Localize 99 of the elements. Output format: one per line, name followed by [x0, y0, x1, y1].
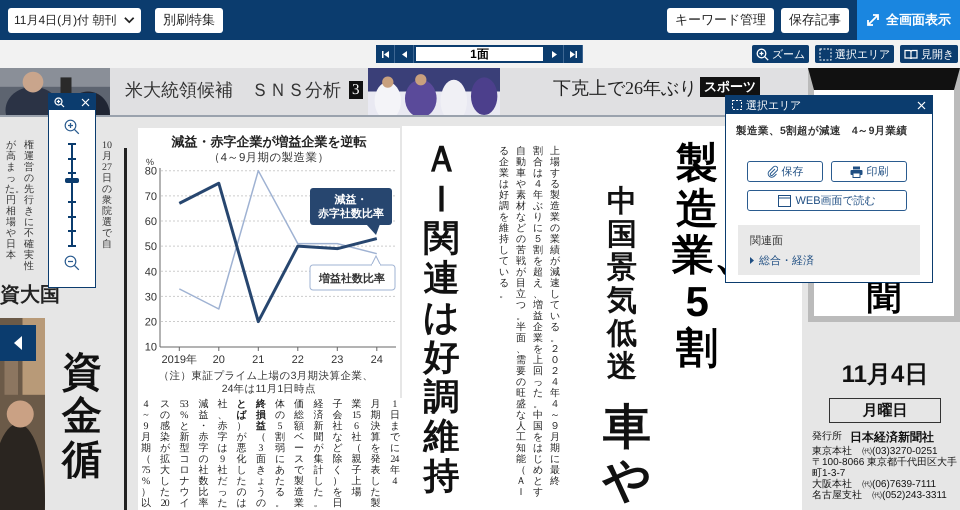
banner-title: 下克上で26年ぶり	[553, 77, 697, 100]
axis-label: %	[146, 157, 154, 167]
tick-label: 21	[252, 354, 264, 366]
spread-tool-button[interactable]: 見開き	[900, 45, 958, 63]
edition-dropdown[interactable]: 11月4日(月)付 朝刊	[8, 8, 141, 32]
related-label: 関連面	[750, 235, 783, 247]
window-icon	[778, 194, 792, 206]
web-view-button[interactable]: WEB画面で読む	[747, 190, 907, 211]
subheadline: 中国景気低迷	[605, 185, 638, 383]
last-page-button[interactable]	[564, 45, 583, 63]
text-column: が高まった。円相場や日本	[5, 140, 17, 261]
text-column: 10月27日の衆院選で自	[101, 140, 113, 250]
headline: 資金循	[60, 350, 103, 482]
tick-label: 30	[144, 291, 157, 304]
previous-page-icon	[400, 50, 408, 58]
first-page-button[interactable]	[376, 45, 395, 63]
text-column: 53%と新型コロナウイ	[178, 399, 190, 510]
text-column: 業156社（親子上場	[350, 399, 362, 510]
text-column: 子会社など除く）を日	[331, 399, 342, 510]
expand-icon	[866, 13, 880, 27]
chevron-down-icon	[124, 16, 135, 24]
tick-label: 23	[331, 354, 344, 366]
publisher-name: 日本経済新聞社	[850, 429, 934, 446]
zoom-in-icon[interactable]	[64, 119, 80, 135]
section-tag: スポーツ	[700, 77, 760, 97]
select-tool-button[interactable]: 選択エリア	[815, 45, 894, 63]
text-column: 経済新聞が集計した。	[312, 399, 324, 510]
zoom-icon	[54, 96, 65, 108]
text-column: とば）が悪化したのは	[236, 399, 247, 510]
office-address: 大阪本社 ㈹(06)7639-7111	[812, 479, 938, 490]
zoom-slider[interactable]	[65, 141, 79, 249]
legend-callout: 減益・赤字社数比率	[310, 188, 392, 235]
lead-column: 自動車や素材などの苦戦が目立つ。半面、需要の旺盛な人工知能（ＡＩ	[515, 146, 527, 498]
subheadline: 車や	[601, 402, 652, 508]
tick-label: 80	[144, 166, 157, 178]
banner-title: 米大統領候補 ＳＮＳ分析	[125, 79, 341, 102]
lead-column: る企業は好調を維持している。	[498, 146, 510, 498]
tick-label: 60	[144, 216, 157, 228]
previous-page-button[interactable]	[395, 45, 414, 63]
next-page-button[interactable]	[545, 45, 564, 63]
text-column: 終損益（3面きょうの	[254, 399, 266, 510]
lead-column: 上場する製造業の業績が減速している。２０２４年４～９月期に最終	[549, 146, 561, 498]
tick-label: 22	[292, 354, 304, 366]
slider-thumb[interactable]	[65, 178, 79, 183]
last-page-icon	[568, 50, 578, 58]
tick-label: 50	[144, 241, 157, 254]
text-column: 体の5割弱にあたる。	[274, 399, 285, 510]
close-icon[interactable]	[81, 98, 90, 106]
book-icon	[904, 48, 918, 60]
panel-title: 選択エリア	[746, 98, 801, 112]
chart-note: （注）東証プライム上場の3月期決算企業、 24年は11月1日時点	[158, 370, 374, 395]
fullscreen-button[interactable]: 全画面表示	[857, 0, 960, 40]
series-number: 3	[349, 81, 362, 99]
text-column: 減益・赤字の社数比率	[197, 399, 208, 510]
text-column: 月期決算を発表した製	[370, 399, 381, 510]
keyword-button[interactable]: キーワード管理	[667, 8, 774, 32]
printer-icon	[850, 166, 862, 178]
headline: ＡＩ関連は好調維持	[422, 140, 462, 496]
zoom-icon	[756, 48, 769, 60]
text-column: 社、赤字は9社だった	[216, 399, 228, 510]
chart-title: 減益・赤字企業が増益企業を逆転	[172, 134, 366, 149]
saved-articles-button[interactable]: 保存記事	[781, 8, 849, 32]
series-label: 減益・赤字社数比率	[317, 193, 384, 220]
office-address: 〒100-8066 東京都千代田区大手町1-3-7	[812, 457, 958, 479]
supplement-button[interactable]: 別刷特集	[155, 8, 223, 32]
tick-label: 20	[212, 354, 225, 366]
triangle-right-icon	[750, 257, 754, 264]
tick-label: 10	[144, 342, 157, 354]
weekday: 月曜日	[829, 398, 941, 423]
text-column: 4~9月期（75%）以	[140, 399, 151, 510]
legend-callout: 増益社数比率	[310, 254, 396, 290]
issue-date: 11月4日	[842, 360, 928, 390]
text-column: 価総額ベースで製造業	[293, 399, 304, 510]
next-page-icon	[550, 50, 558, 58]
text-column: 権運営の先行きに不確実性	[23, 140, 35, 272]
publisher-label: 発行所	[812, 430, 842, 444]
page-field[interactable]: 1面	[414, 45, 545, 63]
zoom-tool-button[interactable]: ズーム	[752, 45, 809, 63]
lead-column: 割合は４年ぶりに５割を超え、増益企業を上回った。中国をはじめとす	[532, 146, 544, 498]
tick-label: 20	[144, 316, 157, 329]
triangle-left-icon	[13, 335, 23, 351]
zoom-out-icon[interactable]	[64, 255, 80, 271]
dashed-square-icon	[819, 48, 832, 60]
dashed-square-icon	[732, 100, 742, 110]
paperclip-icon	[766, 165, 778, 178]
close-icon[interactable]	[917, 100, 926, 110]
text-column: 1日までに24年4	[388, 399, 400, 510]
tick-label: 2019年	[162, 354, 198, 366]
legend-label: 増益社数比率	[318, 272, 385, 285]
tick-label: 70	[144, 190, 157, 203]
office-address: 名古屋支社 ㈹(052)243-3311	[812, 490, 948, 501]
tick-label: 24	[370, 354, 383, 366]
tick-label: 40	[144, 266, 157, 278]
print-button[interactable]: 印刷	[831, 161, 907, 182]
text-column: スの感染が拡大した20	[159, 399, 170, 510]
first-page-icon	[380, 50, 390, 58]
chart-subtitle: （4～9月期の製造業）	[208, 152, 330, 164]
office-address: 東京本社 ㈹(03)3270-0251	[812, 446, 938, 457]
save-button[interactable]: 保存	[747, 161, 823, 182]
